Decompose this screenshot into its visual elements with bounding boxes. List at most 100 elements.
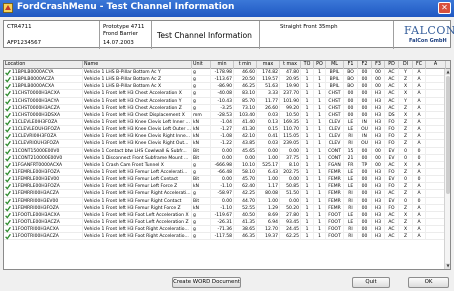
cell-max: 19.37 [257,233,280,241]
table-row[interactable]: 11FOOTRI00H3ACZA Vehicle 1 Front left H3 … [4,233,446,241]
cell-location: 11CHST0000H3DSXA [4,111,83,119]
table-row[interactable]: 11CHST0000H3DSXA Vehicle 1 Front left H3 … [4,111,446,119]
cell-po: 1 [314,147,326,155]
table-row[interactable]: 11FEMRRI00H3FOZA Vehicle 1 Front left H3 … [4,204,446,212]
column-header-name[interactable]: Name [83,61,192,69]
cell-min: -178.98 [211,69,234,76]
cell-t-min: 58.10 [234,168,257,176]
column-header-t-min[interactable]: t min [234,61,257,69]
table-row[interactable]: 11FOOTLE00H3ACXA Vehicle 1 Front left H3 … [4,211,446,219]
cell-f2: 00 [358,154,372,162]
cell-name: Vehicle 1 Front left H3 Chest Accelerati… [83,97,192,105]
cell-location: 11FEMRRI00H3ACZA [4,190,83,198]
column-header-min[interactable]: min [211,61,234,69]
scroll-up-icon[interactable]: ▲ [445,69,450,75]
column-header-pd[interactable]: PD [385,61,399,69]
table-row[interactable]: 11CLEVRI0IH3FOZA Vehicle 1 Front left H3 … [4,133,446,141]
column-header-po[interactable]: PO [314,61,326,69]
cell-max: 11.77 [257,97,280,105]
table-row[interactable]: 11FEMRLE00H3FOZA Vehicle 1 Front left H3 … [4,168,446,177]
cell-f3: 00 [372,147,385,155]
column-header-max[interactable]: max [257,61,280,69]
cell-pd: FO [385,133,399,141]
cell-ml: CHST [326,97,344,105]
table-row[interactable]: 11BPILB0000ACZA Vehicle 1 LHS B-Pillar Bo… [4,76,446,84]
cell-di: Y [399,97,413,105]
cell-t-max: 93.45 [280,218,301,226]
cell-min: -86.90 [211,83,234,91]
cell-name: Vehicle 1 Disconnect Front Subframe Moun… [83,154,192,162]
column-header-ml[interactable]: ML [326,61,344,69]
table-row[interactable]: 11CLEVLE0IH3FOZA Vehicle 1 Front left H3 … [4,118,446,127]
cell-max: 26.60 [257,104,280,112]
cell-name: Vehicle 1 Front left H3 Chest Displaceme… [83,111,192,119]
cell-location: 11FEMRRI00H3EV00 [4,197,83,205]
cell-pd: FO [385,204,399,212]
cell-f3: H3 [372,183,385,191]
table-body: 11BPILB0000ACYA Vehicle 1 LHS B-Pillar Bo… [4,69,446,241]
column-header-to[interactable]: TO [301,61,314,69]
cell-fc: 0 [413,176,426,184]
table-row[interactable]: 11FEMRRI00H3ACZA Vehicle 1 Front left H3 … [4,190,446,198]
scroll-down-icon[interactable]: ▼ [445,263,450,269]
cell-unit: g [192,76,211,84]
cell-t-max: 0.00 [280,147,301,155]
cell-max: 51.63 [257,83,280,91]
column-header-location[interactable]: Location [4,61,83,69]
cell-f2: 00 [358,76,372,84]
cell-t-min: 40.50 [234,211,257,219]
cell-f3: H3 [372,233,385,241]
table-row[interactable]: 11FOOTRI00H3ACXA Vehicle 1 Front left H3 … [4,226,446,234]
cell-to: 1 [301,69,314,76]
table-row[interactable]: 11FGANFRT0000ACXA Vehicle 1 Crash Cam Fro… [4,161,446,169]
cell-fc: 0 [413,147,426,155]
table-row[interactable]: 11CHST0000H3ACXA Vehicle 1 Front left H3 … [4,90,446,98]
cell-di: 0 [399,176,413,184]
cell-di: X [399,226,413,234]
cell-unit: Bit [192,176,211,184]
cell-pd: AC [385,76,399,84]
table-row[interactable]: 11BPILB0000ACYA Vehicle 1 LHS B-Pillar Bo… [4,69,446,77]
close-icon[interactable]: ✕ [438,2,451,14]
speed-cell: Straight Front 35mph [260,21,394,49]
cell-pd: FO [385,126,399,134]
cell-location: 11FOOTRI00H3ACXA [4,226,83,234]
cell-ml: CONT [326,154,344,162]
table-row[interactable]: 11CLEVRIOUH3FOZA Vehicle 1 Front left H3 … [4,140,446,148]
create-word-document-button[interactable]: Create WORD Document [172,277,241,288]
cell-di: X [399,111,413,119]
table-row[interactable]: 11CONT210000E00V0 Vehicle 1 Disconnect Fr… [4,154,446,162]
column-header-fc[interactable]: FC [413,61,426,69]
cell-pd: EV [385,154,399,162]
cell-ml: FOOT [326,218,344,226]
table-row[interactable]: 11FOOTLE00H3ACZA Vehicle 1 Front left H3 … [4,218,446,227]
table-row[interactable]: 11FEMRLE00H3EV00 Vehicle 1 Front left H3 … [4,176,446,184]
column-header-f2[interactable]: F2 [358,61,372,69]
column-header-unit[interactable]: Unit [192,61,211,69]
cell-to: 1 [301,133,314,141]
ok-button[interactable]: OK [408,277,449,288]
vertical-scrollbar[interactable]: ▲ ▼ [444,69,450,269]
table-row[interactable]: 11BPILB0000ACXA Vehicle 1 LHS B-Pillar Bo… [4,83,446,91]
cell-fc: A [413,133,426,141]
cell-max: 119.57 [257,76,280,84]
table-row[interactable]: 11FEMRRI00H3EV00 Vehicle 1 Front left H3 … [4,197,446,205]
column-header-f3[interactable]: F3 [372,61,385,69]
cell-name: Vehicle 1 Front left H3 Knee Clevis Left… [83,118,192,126]
table-row[interactable]: 11CHST0000H3ACZA Vehicle 1 Front left H3 … [4,104,446,112]
table-row[interactable]: 11CLEVLEOUH3FOZA Vehicle 1 Front left H3 … [4,126,446,134]
table-row[interactable]: 11CONT15000E00V0 Vehicle 1 Contact btw LH… [4,147,446,155]
cell-location: 11CONT210000E00V0 [4,154,83,162]
table-row[interactable]: 11FEMRLE00H3FOZA Vehicle 1 Front left H3 … [4,183,446,191]
column-header-di[interactable]: DI [399,61,413,69]
column-header-t-max[interactable]: t max [280,61,301,69]
cell-t-min: 46.35 [234,233,257,241]
cell-f3: 00 [372,154,385,162]
quit-button[interactable]: Quit [352,277,390,288]
column-header-a[interactable]: A [426,61,446,69]
cell-f3: H3 [372,197,385,205]
table-row[interactable]: 11CHST0000H3ACYA Vehicle 1 Front left H3 … [4,97,446,105]
column-header-f1[interactable]: F1 [344,61,358,69]
cell-fc: A [413,111,426,119]
scrollbar-thumb[interactable] [446,76,450,194]
